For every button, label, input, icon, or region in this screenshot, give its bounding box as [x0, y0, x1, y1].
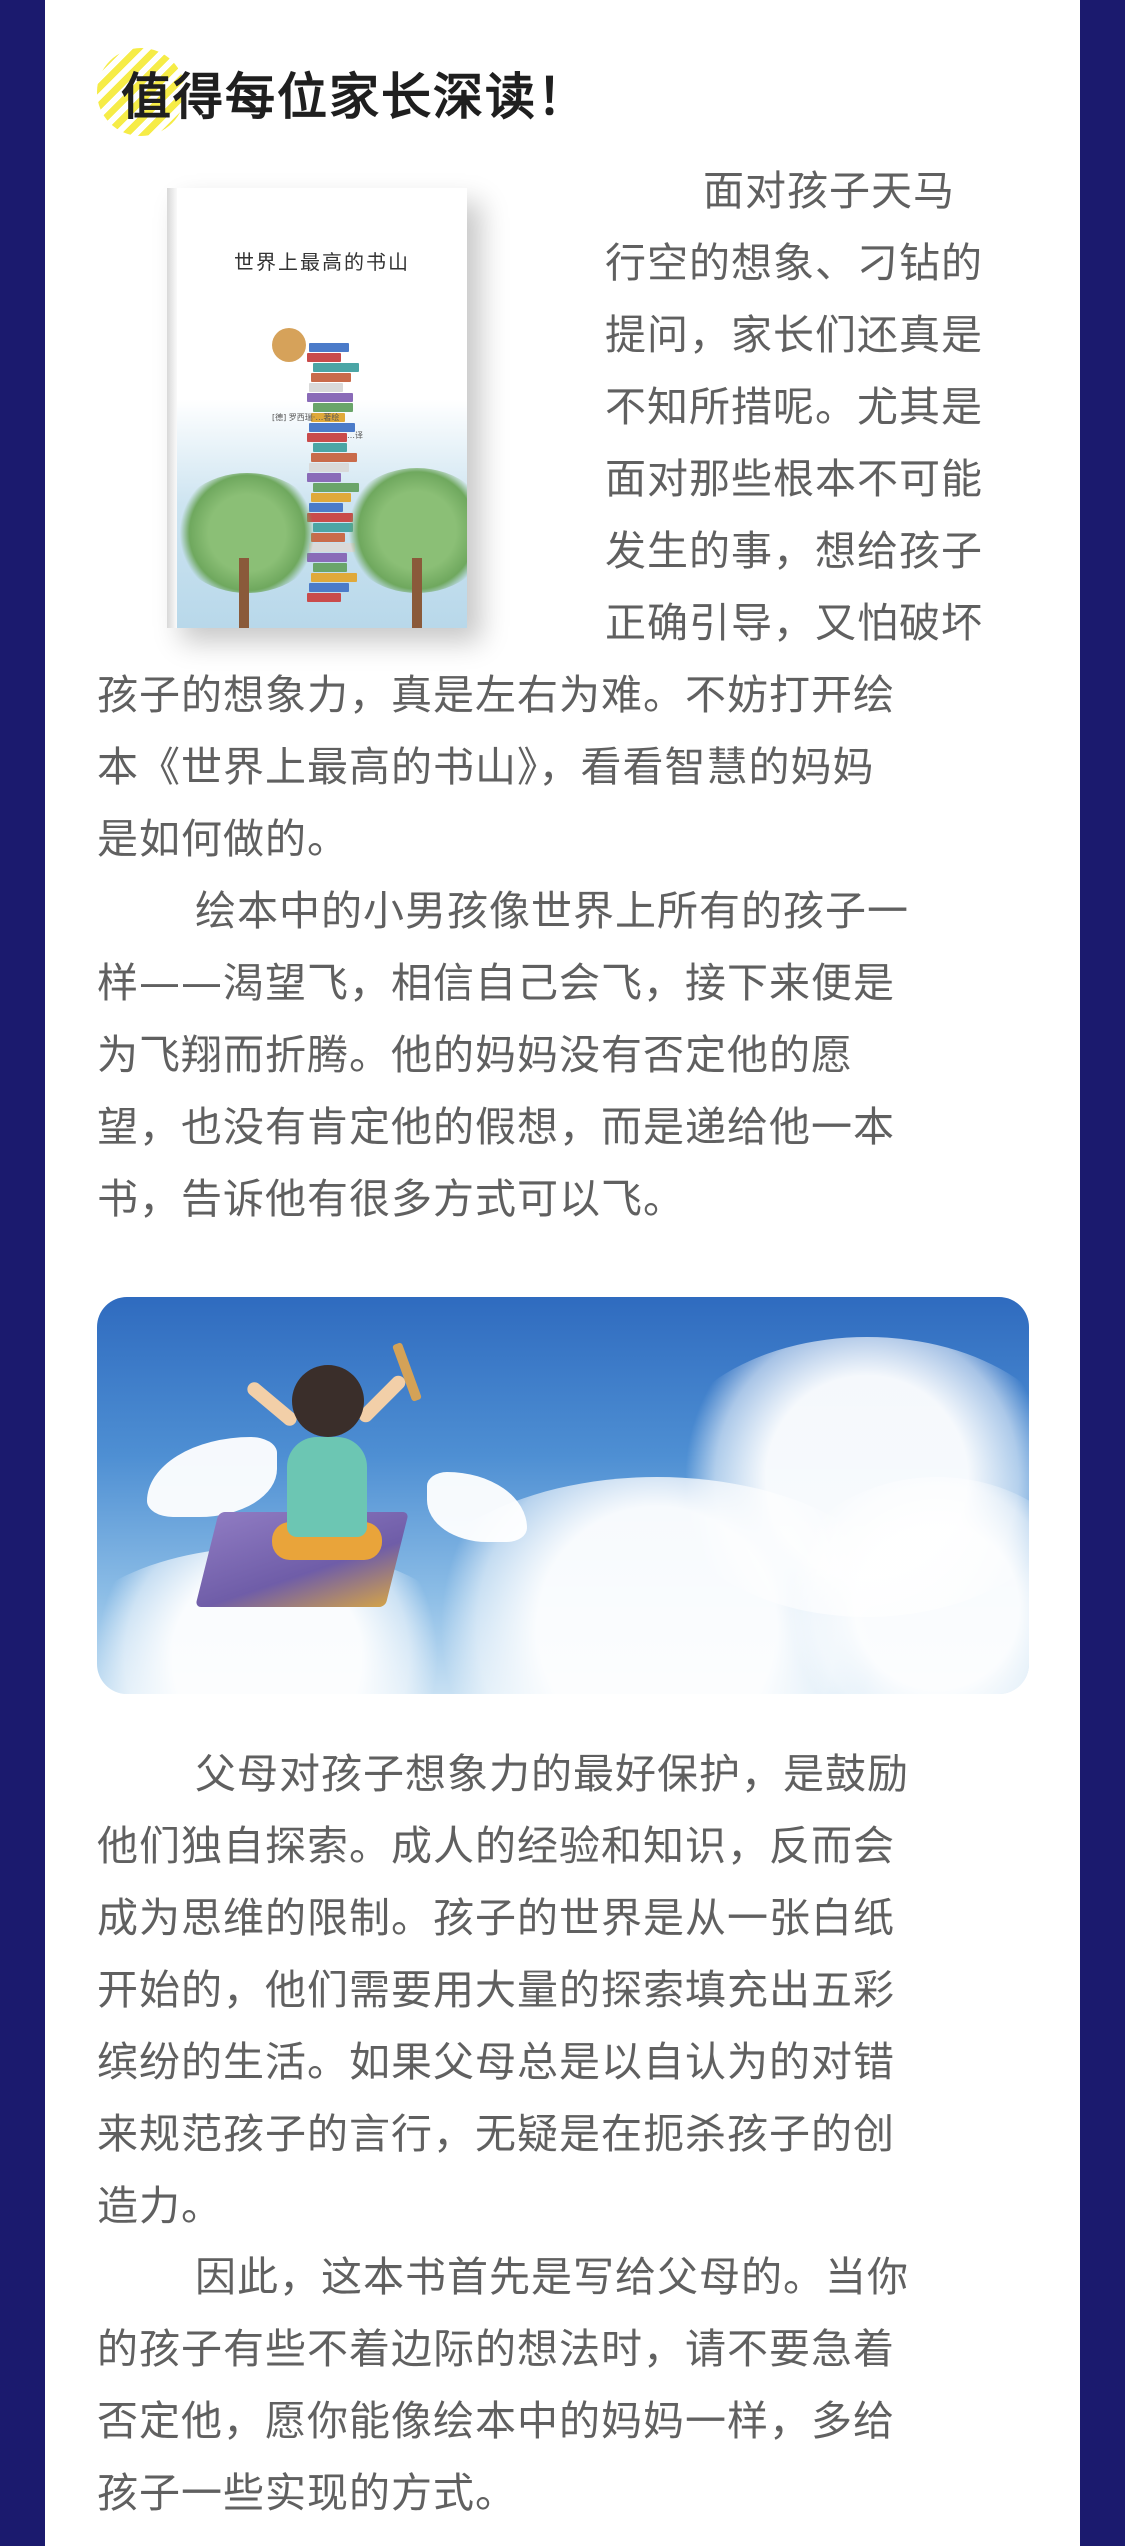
tree-trunk-right — [412, 558, 422, 628]
section-heading: 值得每位家长深读！ — [97, 40, 797, 150]
stacked-book — [313, 443, 347, 452]
text-line: 他们独自探索。成人的经验和知识，反而会 — [97, 1822, 895, 1870]
wing-right-icon — [427, 1472, 527, 1542]
stacked-book — [311, 373, 351, 382]
child-body — [287, 1437, 367, 1537]
text-line: 父母对孩子想象力的最好保护，是鼓励 — [195, 1750, 909, 1798]
book-translator: …译 — [347, 431, 363, 440]
stacked-book — [307, 353, 341, 362]
tree-trunk-left — [239, 558, 249, 628]
text-line: 面对那些根本不可能 — [605, 455, 983, 503]
text-line: 因此，这本书首先是写给父母的。当你 — [195, 2253, 909, 2301]
text-line: 来规范孩子的言行，无疑是在扼杀孩子的创 — [97, 2110, 895, 2158]
book-author: [德] 罗西瑞·…著绘 — [272, 413, 340, 422]
text-line: 面对孩子天马 — [703, 167, 955, 215]
stacked-book — [307, 393, 353, 402]
text-line: 开始的，他们需要用大量的探索填充出五彩 — [97, 1966, 895, 2014]
book-cover-title: 世界上最高的书山 — [234, 250, 410, 274]
text-line: 不知所措呢。尤其是 — [605, 383, 983, 431]
text-line: 缤纷的生活。如果父母总是以自认为的对错 — [97, 2038, 895, 2086]
stacked-book — [313, 483, 359, 492]
stacked-book — [307, 473, 341, 482]
section-title: 值得每位家长深读！ — [121, 68, 589, 126]
stacked-book — [313, 363, 359, 372]
flying-boy-illustration — [97, 1297, 1029, 1694]
tree-right-illustration — [342, 468, 467, 593]
paragraph-1-wrapped: 面对孩子天马 行空的想象、刁钻的 提问，家长们还真是 不知所措呢。尤其是 面对那… — [605, 155, 1075, 659]
text-line: 否定他，愿你能像绘本中的妈妈一样，多给 — [97, 2397, 895, 2445]
text-line: 书，告诉他有很多方式可以飞。 — [97, 1175, 685, 1223]
text-line: 望，也没有肯定他的假想，而是递给他一本 — [97, 1103, 895, 1151]
text-line: 样——渴望飞，相信自己会飞，接下来便是 — [97, 959, 895, 1007]
stacked-book — [309, 463, 349, 472]
text-line: 是如何做的。 — [97, 815, 349, 863]
text-line: 发生的事，想给孩子 — [605, 527, 983, 575]
book-cover-image: 世界上最高的书山 [德] 罗西瑞·…著绘 …译 — [167, 188, 467, 628]
text-line: 孩子的想象力，真是左右为难。不妨打开绘 — [97, 671, 895, 719]
text-line: 提问，家长们还真是 — [605, 311, 983, 359]
child-head — [292, 1365, 364, 1437]
text-line: 本《世界上最高的书山》，看看智慧的妈妈 — [97, 743, 875, 791]
text-line: 孩子一些实现的方式。 — [97, 2469, 517, 2517]
stacked-book — [313, 403, 353, 412]
text-line: 行空的想象、刁钻的 — [605, 239, 983, 287]
stacked-book — [307, 433, 347, 442]
paragraph-4: 因此，这本书首先是写给父母的。当你 的孩子有些不着边际的想法时，请不要急着 否定… — [97, 2241, 1057, 2529]
stacked-book — [309, 343, 349, 352]
text-line: 造力。 — [97, 2182, 223, 2230]
paragraph-2: 绘本中的小男孩像世界上所有的孩子一 样——渴望飞，相信自己会飞，接下来便是 为飞… — [97, 875, 1057, 1235]
stacked-book — [311, 573, 357, 582]
boy-reading-icon — [272, 328, 306, 362]
stacked-book — [309, 583, 349, 592]
paragraph-3: 父母对孩子想象力的最好保护，是鼓励 他们独自探索。成人的经验和知识，反而会 成为… — [97, 1738, 1057, 2242]
stacked-book — [311, 493, 351, 502]
wing-left-icon — [147, 1437, 277, 1517]
stacked-book — [313, 563, 347, 572]
text-line: 正确引导，又怕破坏 — [605, 599, 983, 647]
text-line: 成为思维的限制。孩子的世界是从一张白纸 — [97, 1894, 895, 1942]
paragraph-1-full: 孩子的想象力，真是左右为难。不妨打开绘 本《世界上最高的书山》，看看智慧的妈妈 … — [97, 659, 1057, 875]
stacked-book — [311, 453, 357, 462]
text-line: 为飞翔而折腾。他的妈妈没有否定他的愿 — [97, 1031, 853, 1079]
text-line: 绘本中的小男孩像世界上所有的孩子一 — [195, 887, 909, 935]
book-spine — [167, 188, 177, 628]
stacked-book — [309, 383, 343, 392]
article-page: 值得每位家长深读！ 世界上最高的书山 [德] 罗西瑞·…著绘 …译 面对孩子天马… — [45, 0, 1080, 2546]
text-line: 的孩子有些不着边际的想法时，请不要急着 — [97, 2325, 895, 2373]
stacked-book — [307, 593, 341, 602]
